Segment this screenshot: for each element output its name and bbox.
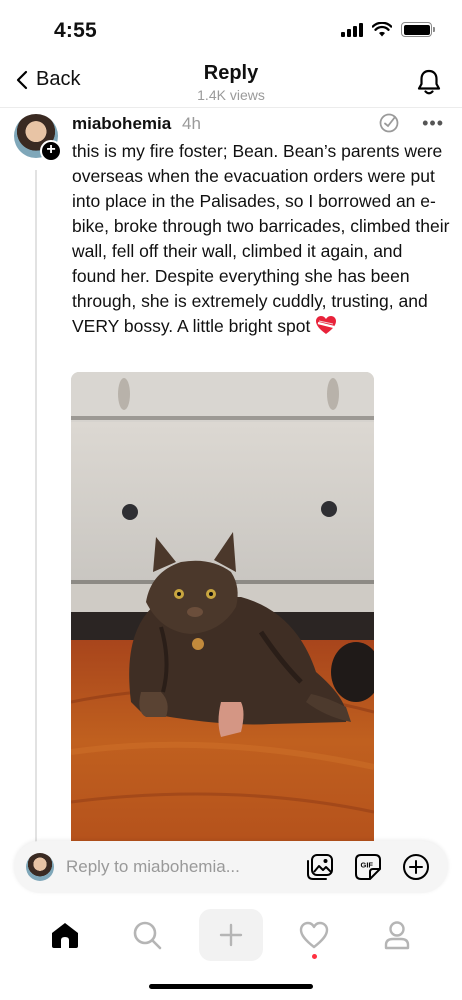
- nav-header: Back Reply 1.4K views: [0, 58, 462, 108]
- post-text-body: this is my fire foster; Bean. Bean’s par…: [72, 141, 450, 336]
- post-text: this is my fire foster; Bean. Bean’s par…: [72, 139, 450, 339]
- post-image-cat[interactable]: [71, 372, 374, 842]
- reply-input[interactable]: [66, 854, 266, 880]
- battery-icon: [401, 22, 435, 37]
- reply-bar: GIF: [14, 841, 448, 893]
- thread-line: [35, 170, 37, 842]
- search-icon: [133, 921, 162, 950]
- home-icon: [52, 923, 78, 948]
- profile-icon: [384, 921, 410, 950]
- check-circle-icon[interactable]: [378, 112, 400, 134]
- reply-actions: GIF: [306, 853, 430, 881]
- notification-dot: [312, 954, 317, 959]
- tab-search[interactable]: [117, 909, 177, 961]
- tab-home[interactable]: [35, 909, 95, 961]
- tab-bar: [0, 905, 462, 965]
- svg-text:GIF: GIF: [361, 861, 374, 870]
- heart-icon: [299, 921, 329, 949]
- status-icons: [341, 22, 435, 37]
- reply-avatar: [26, 853, 54, 881]
- tab-create[interactable]: [199, 909, 263, 961]
- cat-photo-graphic: [71, 372, 374, 842]
- page-title: Reply: [203, 62, 259, 84]
- status-bar: 4:55: [0, 0, 462, 60]
- plus-circle-icon[interactable]: [402, 853, 430, 881]
- tab-activity[interactable]: [284, 909, 344, 961]
- signal-icon: [341, 22, 363, 37]
- wifi-icon: [372, 22, 392, 37]
- gif-icon[interactable]: GIF: [354, 853, 382, 881]
- image-gallery-icon[interactable]: [306, 853, 334, 881]
- view-count: 1.4K views: [197, 87, 265, 103]
- notifications-button[interactable]: [416, 68, 442, 101]
- bell-icon: [417, 69, 441, 95]
- plus-icon: [219, 923, 243, 947]
- home-indicator: [149, 984, 313, 989]
- header-center: Reply 1.4K views: [0, 62, 462, 103]
- follow-plus-icon[interactable]: +: [40, 140, 62, 162]
- post-timestamp: 4h: [182, 114, 201, 133]
- post-header-actions: •••: [378, 112, 444, 134]
- status-time: 4:55: [54, 19, 97, 42]
- post-username[interactable]: miabohemia: [72, 114, 171, 134]
- mending-heart-emoji-icon: [316, 316, 337, 334]
- tab-profile[interactable]: [367, 909, 427, 961]
- more-icon[interactable]: •••: [422, 114, 444, 132]
